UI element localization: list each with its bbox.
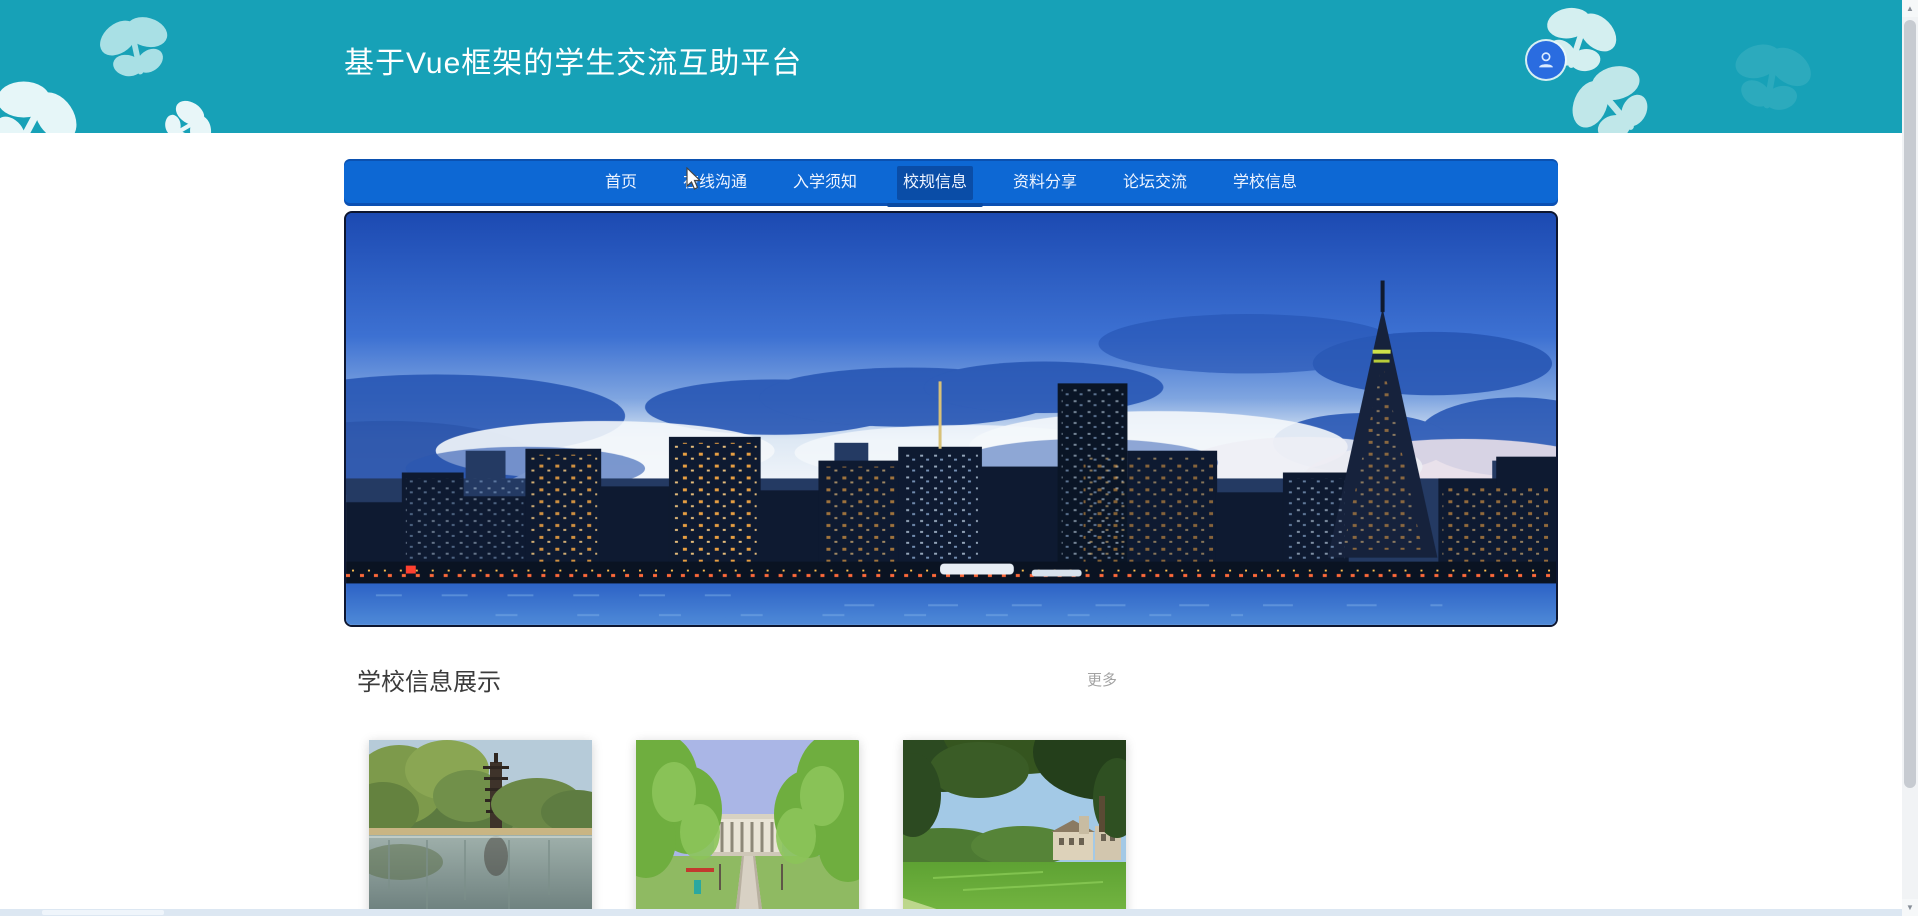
- nav-item-home[interactable]: 首页: [599, 166, 643, 200]
- horizontal-scrollbar-thumb[interactable]: [42, 910, 164, 915]
- campus-lake-pagoda-image: [369, 740, 592, 916]
- school-image-card[interactable]: [369, 740, 592, 916]
- campus-path-building-image: [636, 740, 859, 916]
- more-link[interactable]: 更多: [1087, 669, 1117, 690]
- school-card-list: [369, 740, 1126, 916]
- nav-item-school-rules[interactable]: 校规信息: [886, 165, 984, 207]
- page: 基于Vue框架的学生交流互助平台 首页 在线沟通 入学须知 校规信息 资料分享 …: [0, 0, 1918, 916]
- hero-banner: [344, 211, 1558, 627]
- city-skyline-image: [346, 213, 1556, 625]
- butterfly-icon: [0, 59, 97, 133]
- nav-item-forum[interactable]: 论坛交流: [1117, 166, 1193, 200]
- taskbar-edge: [0, 909, 1918, 916]
- butterfly-icon: [1551, 44, 1671, 133]
- school-section-header: 学校信息展示 更多: [357, 662, 1117, 696]
- user-icon: [1539, 52, 1553, 68]
- scroll-down-icon[interactable]: ▼: [1902, 899, 1918, 916]
- nav-item-online-chat[interactable]: 在线沟通: [677, 166, 753, 200]
- butterfly-icon: [1722, 31, 1823, 121]
- nav-item-resource-share[interactable]: 资料分享: [1007, 166, 1083, 200]
- campus-lawn-image: [903, 740, 1126, 916]
- butterfly-icon: [89, 4, 181, 87]
- nav-item-school-info[interactable]: 学校信息: [1227, 166, 1303, 200]
- section-title: 学校信息展示: [357, 668, 501, 696]
- nav-item-admission-notice[interactable]: 入学须知: [787, 166, 863, 200]
- vertical-scrollbar[interactable]: ▲ ▼: [1902, 0, 1918, 916]
- school-image-card[interactable]: [636, 740, 859, 916]
- site-header: 基于Vue框架的学生交流互助平台: [0, 0, 1902, 133]
- user-avatar-button[interactable]: [1527, 41, 1565, 79]
- butterfly-icon: [152, 88, 225, 133]
- school-image-card[interactable]: [903, 740, 1126, 916]
- vertical-scrollbar-thumb[interactable]: [1904, 20, 1916, 788]
- main-nav: 首页 在线沟通 入学须知 校规信息 资料分享 论坛交流 学校信息: [344, 159, 1558, 207]
- site-title: 基于Vue框架的学生交流互助平台: [344, 47, 803, 80]
- scroll-up-icon[interactable]: ▲: [1902, 0, 1918, 17]
